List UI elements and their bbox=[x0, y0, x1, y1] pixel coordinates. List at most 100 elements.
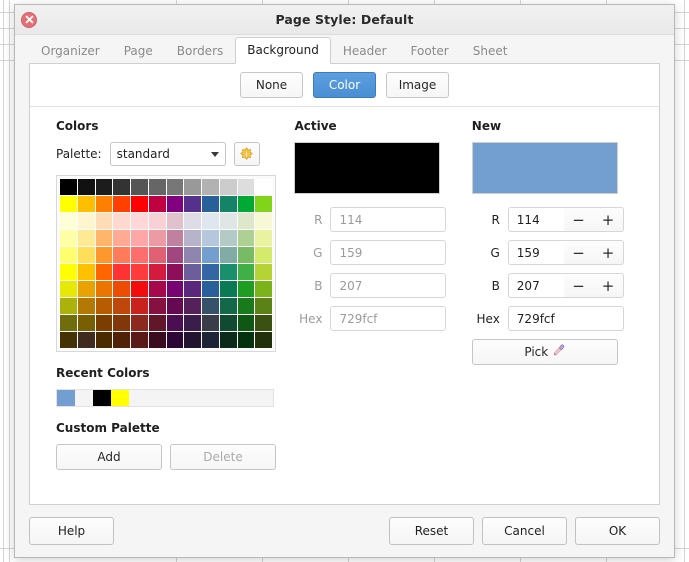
palette-swatch[interactable] bbox=[166, 230, 184, 246]
palette-swatch[interactable] bbox=[219, 298, 237, 314]
palette-swatch[interactable] bbox=[113, 230, 130, 246]
palette-swatch[interactable] bbox=[166, 315, 184, 331]
palette-swatch[interactable] bbox=[95, 264, 113, 280]
palette-swatch[interactable] bbox=[166, 247, 184, 263]
palette-swatch[interactable] bbox=[131, 264, 148, 280]
pick-color-button[interactable]: Pick bbox=[471, 339, 618, 365]
palette-swatch[interactable] bbox=[202, 247, 219, 263]
palette-swatch[interactable] bbox=[131, 196, 148, 212]
palette-swatch[interactable] bbox=[60, 247, 77, 263]
tab-footer[interactable]: Footer bbox=[399, 38, 461, 64]
palette-swatch[interactable] bbox=[255, 298, 272, 314]
ok-button[interactable]: OK bbox=[575, 517, 660, 545]
palette-swatch[interactable] bbox=[113, 213, 130, 229]
palette-swatch[interactable] bbox=[184, 298, 201, 314]
tab-page[interactable]: Page bbox=[112, 38, 165, 64]
palette-swatch[interactable] bbox=[131, 315, 148, 331]
palette-swatch[interactable] bbox=[113, 298, 130, 314]
palette-swatch[interactable] bbox=[166, 281, 184, 297]
palette-swatch[interactable] bbox=[166, 298, 184, 314]
palette-swatch[interactable] bbox=[255, 213, 272, 229]
palette-swatch[interactable] bbox=[255, 332, 272, 348]
palette-swatch[interactable] bbox=[202, 281, 219, 297]
fill-mode-none-button[interactable]: None bbox=[240, 72, 303, 98]
new-green-input[interactable]: 159 bbox=[507, 240, 564, 265]
palette-swatch[interactable] bbox=[95, 315, 113, 331]
recent-color-swatch[interactable] bbox=[93, 390, 111, 406]
palette-swatch[interactable] bbox=[202, 298, 219, 314]
palette-swatch[interactable] bbox=[95, 230, 113, 246]
palette-swatch[interactable] bbox=[60, 213, 77, 229]
palette-swatch[interactable] bbox=[113, 196, 130, 212]
palette-swatch[interactable] bbox=[95, 281, 113, 297]
reset-button[interactable]: Reset bbox=[389, 517, 474, 545]
palette-swatch[interactable] bbox=[219, 281, 237, 297]
palette-swatch[interactable] bbox=[95, 213, 113, 229]
palette-settings-icon[interactable] bbox=[233, 142, 260, 166]
palette-dropdown[interactable]: standard bbox=[109, 142, 226, 166]
palette-color-grid[interactable] bbox=[60, 179, 272, 348]
palette-swatch[interactable] bbox=[60, 264, 77, 280]
palette-swatch[interactable] bbox=[148, 179, 166, 195]
palette-swatch[interactable] bbox=[148, 281, 166, 297]
palette-swatch[interactable] bbox=[148, 213, 166, 229]
palette-swatch[interactable] bbox=[219, 230, 237, 246]
palette-swatch[interactable] bbox=[255, 179, 272, 195]
palette-swatch[interactable] bbox=[113, 332, 130, 348]
palette-swatch[interactable] bbox=[113, 264, 130, 280]
palette-swatch[interactable] bbox=[166, 264, 184, 280]
palette-swatch[interactable] bbox=[166, 332, 184, 348]
tab-header[interactable]: Header bbox=[331, 38, 399, 64]
palette-swatch[interactable] bbox=[255, 247, 272, 263]
palette-swatch[interactable] bbox=[77, 298, 95, 314]
palette-swatch[interactable] bbox=[202, 315, 219, 331]
palette-swatch[interactable] bbox=[60, 230, 77, 246]
palette-swatch[interactable] bbox=[237, 264, 255, 280]
cancel-button[interactable]: Cancel bbox=[482, 517, 567, 545]
palette-swatch[interactable] bbox=[95, 332, 113, 348]
palette-swatch[interactable] bbox=[202, 196, 219, 212]
palette-swatch[interactable] bbox=[219, 264, 237, 280]
palette-swatch[interactable] bbox=[237, 281, 255, 297]
palette-swatch[interactable] bbox=[255, 196, 272, 212]
new-blue-input[interactable]: 207 bbox=[507, 273, 564, 298]
fill-mode-color-button[interactable]: Color bbox=[313, 72, 376, 98]
palette-swatch[interactable] bbox=[77, 230, 95, 246]
palette-swatch[interactable] bbox=[202, 179, 219, 195]
tab-organizer[interactable]: Organizer bbox=[29, 38, 112, 64]
palette-swatch[interactable] bbox=[60, 281, 77, 297]
palette-swatch[interactable] bbox=[202, 230, 219, 246]
palette-swatch[interactable] bbox=[219, 196, 237, 212]
palette-swatch[interactable] bbox=[184, 332, 201, 348]
palette-swatch[interactable] bbox=[166, 179, 184, 195]
palette-swatch[interactable] bbox=[237, 179, 255, 195]
palette-swatch[interactable] bbox=[219, 332, 237, 348]
palette-swatch[interactable] bbox=[237, 213, 255, 229]
palette-swatch[interactable] bbox=[148, 315, 166, 331]
new-blue-decrement-button[interactable]: − bbox=[564, 274, 594, 297]
palette-swatch[interactable] bbox=[148, 247, 166, 263]
palette-swatch[interactable] bbox=[166, 213, 184, 229]
tab-borders[interactable]: Borders bbox=[165, 38, 235, 64]
palette-swatch[interactable] bbox=[95, 247, 113, 263]
palette-swatch[interactable] bbox=[219, 247, 237, 263]
palette-swatch[interactable] bbox=[148, 264, 166, 280]
palette-swatch[interactable] bbox=[237, 298, 255, 314]
fill-mode-image-button[interactable]: Image bbox=[386, 72, 449, 98]
palette-swatch[interactable] bbox=[77, 247, 95, 263]
palette-swatch[interactable] bbox=[148, 196, 166, 212]
palette-swatch[interactable] bbox=[131, 281, 148, 297]
palette-swatch[interactable] bbox=[60, 298, 77, 314]
palette-swatch[interactable] bbox=[148, 298, 166, 314]
palette-swatch[interactable] bbox=[60, 315, 77, 331]
palette-swatch[interactable] bbox=[219, 213, 237, 229]
palette-swatch[interactable] bbox=[184, 315, 201, 331]
tab-sheet[interactable]: Sheet bbox=[461, 38, 520, 64]
palette-swatch[interactable] bbox=[77, 315, 95, 331]
palette-swatch[interactable] bbox=[113, 247, 130, 263]
palette-swatch[interactable] bbox=[255, 230, 272, 246]
palette-swatch[interactable] bbox=[131, 230, 148, 246]
new-green-decrement-button[interactable]: − bbox=[564, 241, 594, 264]
palette-swatch[interactable] bbox=[237, 196, 255, 212]
palette-swatch[interactable] bbox=[77, 264, 95, 280]
